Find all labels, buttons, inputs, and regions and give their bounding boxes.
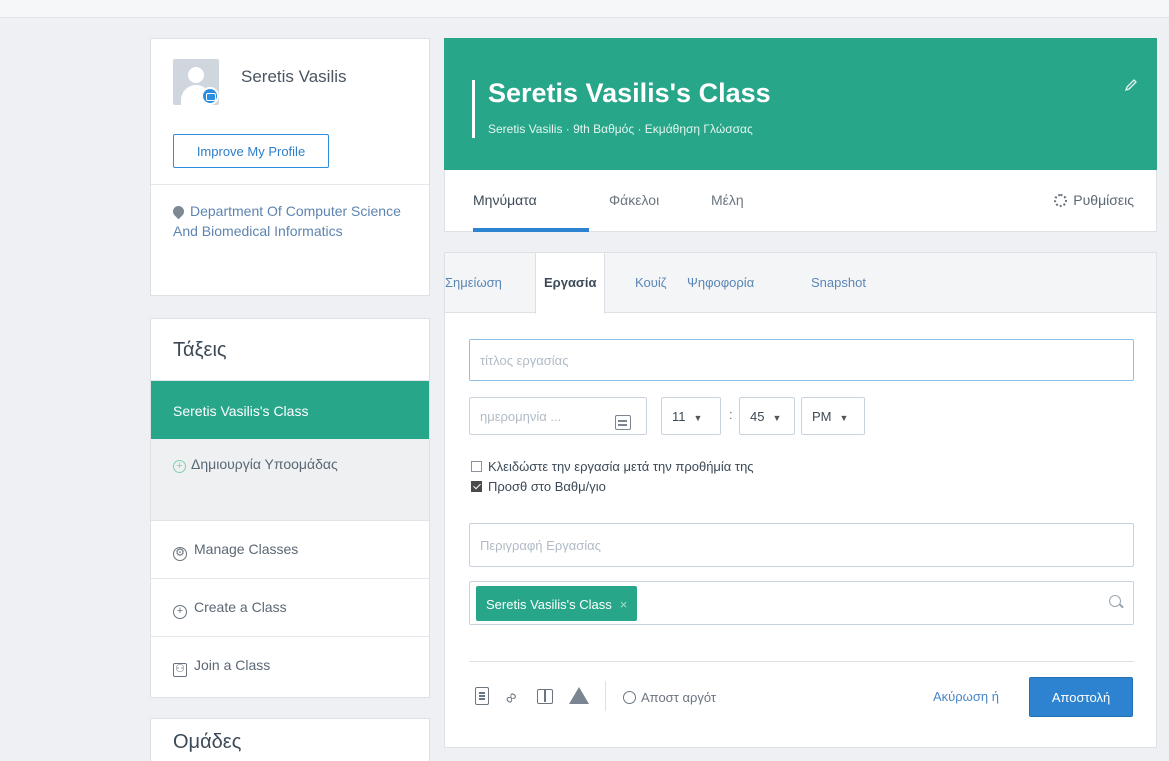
tab-note[interactable]: Σημείωση (445, 275, 502, 290)
schedule-send-button[interactable]: Αποστ αργότ (623, 689, 716, 705)
toolbar-separator (605, 681, 606, 711)
lock-label: Κλειδώστε την εργασία μετά την προθήμία … (488, 459, 754, 474)
chevron-down-icon: ▼ (772, 413, 782, 423)
assignment-title-input[interactable] (469, 339, 1134, 381)
hour-select[interactable]: 11 ▼ (661, 397, 721, 435)
class-subtitle: Seretis Vasilis · 9th Βαθμός · Εκμάθηση … (488, 122, 753, 136)
profile-name[interactable]: Seretis Vasilis (241, 67, 347, 87)
school-info[interactable]: Department Of Computer Science And Biome… (151, 185, 429, 257)
tab-quiz[interactable]: Κουίζ (635, 275, 666, 290)
tab-messages[interactable]: Μηνύματα (473, 192, 537, 208)
clock-icon (623, 691, 636, 704)
improve-profile-button[interactable]: Improve My Profile (173, 134, 329, 168)
class-title: Seretis Vasilis's Class (488, 78, 771, 108)
gear-icon (1054, 194, 1068, 207)
ampm-value: PM (812, 409, 832, 424)
sidebar-item-create-class[interactable]: + Create a Class (151, 579, 429, 637)
cancel-link[interactable]: Ακύρωση ή (933, 689, 999, 704)
active-tab-indicator (473, 228, 589, 232)
tab-members[interactable]: Μέλη (711, 192, 744, 208)
recipient-chip[interactable]: Seretis Vasilis's Class × (476, 586, 638, 621)
camera-icon[interactable] (201, 87, 219, 105)
gear-icon: ⚙ (173, 547, 187, 561)
classes-heading: Τάξεις (151, 319, 429, 381)
profile-card: Seretis Vasilis Improve My Profile Depar… (150, 38, 430, 296)
note-attach-icon[interactable] (475, 687, 489, 705)
google-drive-icon[interactable] (569, 687, 589, 704)
post-composer: Σημείωση Εργασία Κουίζ Ψηφοφορία Snapsho… (444, 252, 1157, 748)
avatar[interactable] (173, 59, 219, 105)
class-header: Seretis Vasilis's Class Seretis Vasilis … (444, 38, 1157, 170)
tab-poll[interactable]: Ψηφοφορία (687, 275, 754, 290)
tab-snapshot[interactable]: Snapshot (811, 275, 866, 290)
settings-label: Ρυθμίσεις (1073, 192, 1134, 208)
edit-pencil-icon[interactable] (1124, 78, 1138, 92)
schedule-label: Αποστ αργότ (641, 690, 717, 705)
recipient-chip-label: Seretis Vasilis's Class (486, 597, 612, 612)
sidebar-item-active-class[interactable]: Seretis Vasilis's Class (151, 381, 429, 439)
users-icon: ⚇ (173, 663, 187, 677)
sidebar-item-manage-classes[interactable]: ⚙ Manage Classes (151, 521, 429, 579)
class-settings-link[interactable]: Ρυθμίσεις (1054, 192, 1134, 208)
plus-circle-icon: + (173, 460, 186, 473)
post-type-tabs: Σημείωση Εργασία Κουίζ Ψηφοφορία Snapsho… (445, 253, 1156, 314)
link-icon[interactable]: ∞ (501, 683, 526, 708)
assignment-description-input[interactable] (469, 523, 1134, 567)
minute-value: 45 (750, 409, 765, 424)
recipients-field[interactable]: Seretis Vasilis's Class × (469, 581, 1134, 625)
header-accent-bar (472, 80, 475, 138)
gradebook-option[interactable]: Προσθ στο Βαθμ/γιο (471, 479, 606, 494)
class-tabs: Μηνύματα Φάκελοι Μέλη Ρυθμίσεις (444, 170, 1157, 232)
create-class-label: Create a Class (194, 599, 287, 615)
create-subgroup-item[interactable]: + Δημιουργία Υποομάδας (151, 439, 429, 521)
top-strip (0, 0, 1169, 18)
groups-heading: Ομάδες (173, 731, 242, 753)
ampm-select[interactable]: PM ▼ (801, 397, 865, 435)
close-icon[interactable]: × (620, 597, 628, 612)
sidebar-item-join-class[interactable]: ⚇ Join a Class (151, 637, 429, 695)
profile-header: Seretis Vasilis Improve My Profile (151, 39, 429, 185)
avatar-head-shape (188, 67, 204, 83)
create-subgroup-label: Δημιουργία Υποομάδας (191, 456, 338, 472)
location-pin-icon (170, 203, 187, 220)
gradebook-label: Προσθ στο Βαθμ/γιο (488, 479, 606, 494)
send-button[interactable]: Αποστολή (1029, 677, 1133, 717)
chevron-down-icon: ▼ (839, 413, 849, 423)
hour-value: 11 (672, 409, 686, 424)
time-separator: : (729, 407, 733, 422)
gradebook-checkbox[interactable] (471, 481, 482, 492)
library-icon[interactable] (537, 689, 553, 704)
tab-folders[interactable]: Φάκελοι (609, 192, 659, 208)
lock-checkbox[interactable] (471, 461, 482, 472)
school-name[interactable]: Department Of Computer Science And Biome… (173, 203, 401, 239)
manage-classes-label: Manage Classes (194, 541, 299, 557)
join-class-label: Join a Class (194, 657, 271, 673)
tab-assignment[interactable]: Εργασία (535, 253, 606, 314)
lock-after-due-option[interactable]: Κλειδώστε την εργασία μετά την προθήμία … (471, 459, 754, 474)
minute-select[interactable]: 45 ▼ (739, 397, 795, 435)
groups-card: Ομάδες (150, 718, 430, 761)
classes-card: Τάξεις Seretis Vasilis's Class + Δημιουργ… (150, 318, 430, 698)
search-icon[interactable] (1109, 595, 1121, 607)
calendar-icon[interactable] (615, 415, 631, 430)
plus-circle-icon: + (173, 605, 187, 619)
footer-divider (469, 661, 1134, 662)
chevron-down-icon: ▼ (693, 413, 703, 423)
